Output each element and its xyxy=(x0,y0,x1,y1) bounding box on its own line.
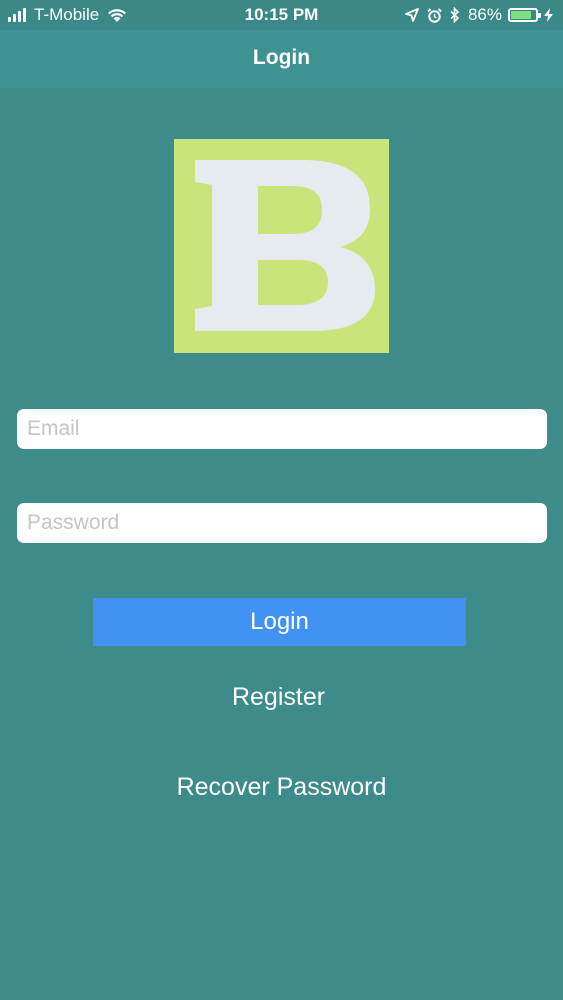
charging-icon xyxy=(544,8,553,22)
battery-level-fill xyxy=(511,11,532,19)
battery-percent: 86% xyxy=(467,5,502,24)
app-logo xyxy=(174,139,389,353)
recover-password-button[interactable]: Recover Password xyxy=(0,769,563,805)
register-button[interactable]: Register xyxy=(0,679,560,715)
bluetooth-icon xyxy=(450,7,460,23)
location-icon xyxy=(405,8,419,22)
battery-icon xyxy=(508,8,541,22)
login-screen: T-Mobile 10:15 PM 86% Login Email Login … xyxy=(0,0,563,1000)
status-bar: T-Mobile 10:15 PM 86% xyxy=(0,0,563,30)
nav-bar: Login xyxy=(0,30,563,88)
alarm-icon xyxy=(427,7,442,23)
status-right: 86% xyxy=(397,5,553,25)
logo-letter-b xyxy=(195,160,375,331)
page-title: Login xyxy=(252,46,311,69)
password-input[interactable] xyxy=(17,503,547,543)
email-input[interactable] xyxy=(17,409,547,449)
login-button[interactable]: Login xyxy=(93,598,466,646)
